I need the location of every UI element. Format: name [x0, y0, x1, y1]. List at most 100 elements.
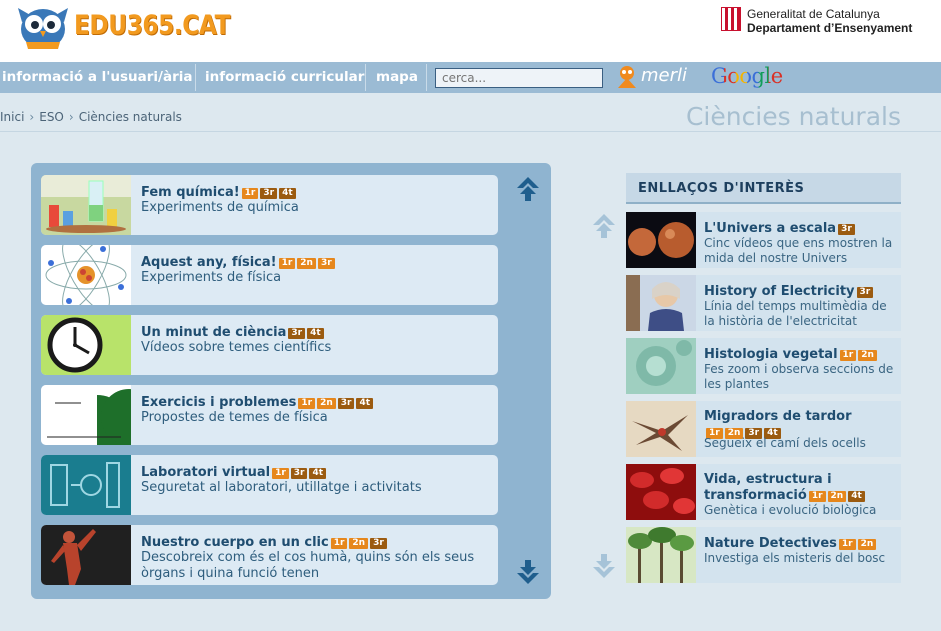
scroll-down-arrow-icon[interactable] — [515, 560, 541, 586]
link-description: Segueix el camí dels ocells — [704, 436, 866, 450]
level-badges: 1r 3r 4t — [241, 184, 298, 199]
gencat-flag-icon — [721, 7, 741, 31]
link-description: Línia del temps multimèdia de la històri… — [704, 299, 887, 328]
gencat-department: Departament d’Ensenyament — [747, 21, 913, 35]
level-badge: 4t — [307, 328, 324, 339]
resource-card[interactable]: Laboratori virtual 1r 3r 4t Seguretat al la… — [41, 455, 498, 515]
planets-thumbnail-icon — [626, 212, 696, 268]
search-input[interactable] — [435, 68, 603, 88]
chemistry-thumbnail-icon — [41, 175, 131, 235]
breadcrumb-home[interactable]: Inici — [0, 110, 24, 124]
level-badges: 1r 2n 3r — [330, 534, 389, 549]
nav-user-info[interactable]: informació a l'usuari/ària — [2, 62, 192, 93]
links-scroll-up-arrow-icon[interactable] — [591, 212, 617, 238]
logo-text: EDU365.CAT — [74, 10, 231, 41]
interest-link[interactable]: Nature Detectives 1r 2n Investiga els mist… — [626, 527, 901, 583]
level-badges: 1r 2n — [838, 535, 878, 550]
card-title: Aquest any, física! 1r 2n 3r — [141, 254, 337, 270]
owl-logo-icon — [18, 8, 68, 49]
card-title: Laboratori virtual 1r 3r 4t — [141, 464, 328, 480]
breadcrumb-eso[interactable]: ESO — [39, 110, 64, 124]
breadcrumb-current: Ciències naturals — [78, 110, 182, 124]
interest-link[interactable]: History of Electricity 3r Línia del temps… — [626, 275, 901, 331]
card-title: Nuestro cuerpo en un clic 1r 2n 3r — [141, 534, 389, 550]
card-description: Experiments de química — [141, 200, 299, 215]
nav-curricular-info[interactable]: informació curricular — [205, 62, 364, 93]
nav-divider — [195, 64, 196, 91]
resource-card[interactable]: Un minut de ciència 3r 4t Vídeos sobre tem… — [41, 315, 498, 375]
link-title: History of Electricity 3r — [704, 283, 899, 299]
level-badge: 2n — [857, 539, 877, 550]
card-description: Descobreix com és el cos humà, quins són… — [141, 550, 475, 581]
gencat-brand[interactable]: Generalitat de Catalunya Departament d’E… — [721, 7, 931, 37]
breadcrumb: Inici › ESO › Ciències naturals — [0, 110, 182, 124]
breadcrumb-separator: › — [29, 110, 35, 124]
resource-card[interactable]: Nuestro cuerpo en un clic 1r 2n 3r Descobre… — [41, 525, 498, 585]
gencat-name: Generalitat de Catalunya — [747, 7, 880, 21]
level-badge: 4t — [309, 468, 327, 479]
level-badge: 2n — [827, 491, 847, 502]
card-description: Propostes de temes de física — [141, 410, 328, 425]
resource-card[interactable]: Exercicis i problemes 1r 2n 3r 4t Propostes … — [41, 385, 498, 445]
level-badges: 3r — [856, 283, 876, 298]
clock-thumbnail-icon — [41, 315, 131, 375]
edu365-logo[interactable]: EDU365.CAT — [12, 2, 230, 54]
swallow-bird-thumbnail-icon — [626, 401, 696, 457]
level-badge: 1r — [241, 188, 259, 199]
link-title: Vida, estructura i transformació 1r 2n 4t — [704, 472, 899, 503]
human-body-thumbnail-icon — [41, 525, 131, 585]
level-badge: 3r — [260, 188, 278, 199]
nav-divider — [426, 64, 427, 91]
level-badge: 3r — [290, 468, 308, 479]
divider — [0, 131, 941, 132]
level-badge: 1r — [838, 539, 856, 550]
card-description: Vídeos sobre temes científics — [141, 340, 332, 355]
nav-divider — [365, 64, 366, 91]
link-description: Genètica i evolució biològica — [704, 503, 877, 517]
level-badge: 1r — [272, 468, 289, 479]
resource-card[interactable]: Fem química! 1r 3r 4t Experiments de químic… — [41, 175, 498, 235]
interest-link[interactable]: L'Univers a escala 3r Cinc vídeos que ens… — [626, 212, 901, 268]
links-scroll-down-arrow-icon[interactable] — [591, 554, 617, 580]
interest-link[interactable]: Vida, estructura i transformació 1r 2n 4t G… — [626, 464, 901, 520]
breadcrumb-separator: › — [68, 110, 74, 124]
level-badge: 2n — [317, 398, 336, 409]
link-title: Histologia vegetal 1r 2n — [704, 346, 899, 362]
links-header: ENLLAÇOS D'INTERÈS — [626, 173, 901, 204]
level-badge: 3r — [856, 287, 874, 298]
lab-equipment-thumbnail-icon — [41, 455, 131, 515]
interest-link[interactable]: Histologia vegetal 1r 2n Fes zoom i observ… — [626, 338, 901, 394]
card-title: Exercicis i problemes 1r 2n 3r 4t — [141, 394, 375, 410]
level-badge: 3r — [317, 258, 335, 269]
level-badges: 1r 2n 4t — [808, 487, 867, 502]
site-header: EDU365.CAT Generalitat de Catalunya Depa… — [0, 0, 941, 62]
link-description: Investiga els misteris del bosc — [704, 551, 886, 565]
level-badge: 1r — [298, 398, 316, 409]
level-badge: 3r — [288, 328, 306, 339]
interest-link[interactable]: Migradors de tardor1r 2n 3r 4t Segueix el c… — [626, 401, 901, 457]
level-badge: 1r — [330, 538, 348, 549]
merli-link[interactable]: merli — [615, 63, 697, 91]
merli-label: merli — [641, 65, 688, 86]
level-badge: 1r — [839, 350, 857, 361]
level-badge: 4t — [279, 188, 296, 199]
franklin-portrait-thumbnail-icon — [626, 275, 696, 331]
red-blood-cells-thumbnail-icon — [626, 464, 696, 520]
google-link[interactable]: Google — [711, 64, 783, 88]
link-title: Nature Detectives 1r 2n — [704, 535, 899, 551]
nav-map[interactable]: mapa — [376, 62, 418, 93]
merli-icon — [618, 66, 636, 88]
level-badges: 1r 2n 3r 4t — [298, 394, 375, 409]
scroll-up-arrow-icon[interactable] — [515, 175, 541, 201]
link-description: Cinc vídeos que ens mostren la mida del … — [704, 236, 893, 265]
google-label: Google — [711, 64, 783, 88]
level-badge: 4t — [848, 491, 865, 502]
resource-card[interactable]: Aquest any, física! 1r 2n 3r Experiments de… — [41, 245, 498, 305]
link-title: L'Univers a escala 3r — [704, 220, 899, 236]
physics-diagram-thumbnail-icon — [41, 385, 131, 445]
level-badge: 3r — [337, 398, 355, 409]
level-badge: 3r — [838, 224, 855, 235]
level-badge: 4t — [356, 398, 374, 409]
level-badge: 3r — [370, 538, 387, 549]
card-description: Seguretat al laboratori, utillatge i act… — [141, 480, 422, 495]
